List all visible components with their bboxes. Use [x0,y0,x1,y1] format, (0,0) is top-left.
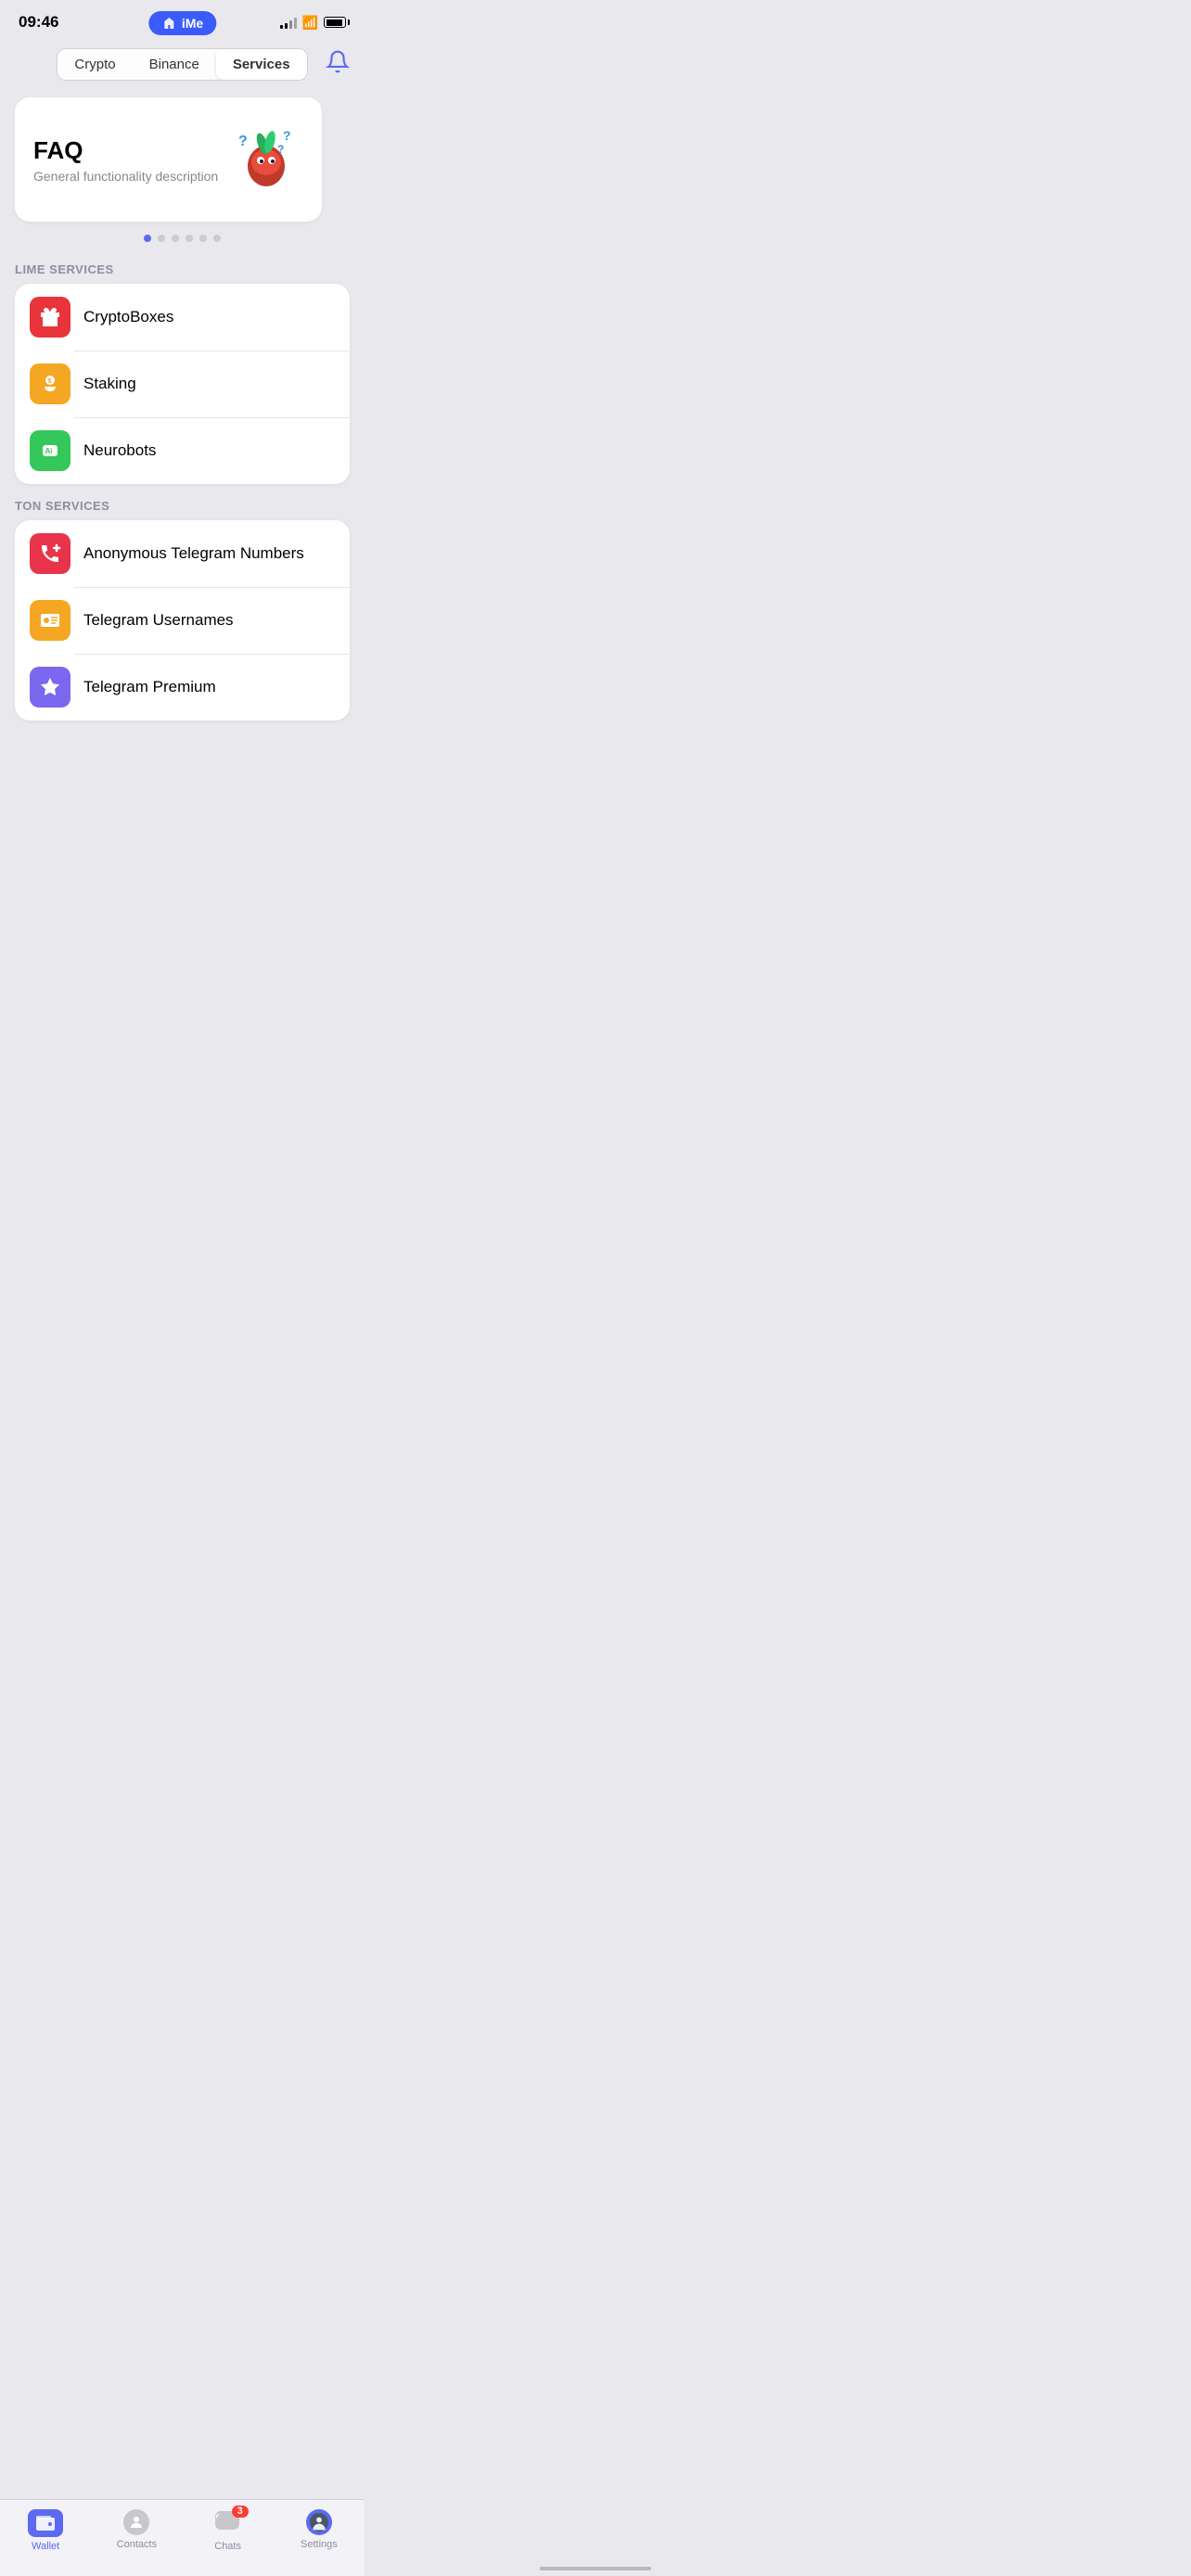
phone-add-icon [39,542,61,565]
wallet-icon [28,2509,63,2537]
chats-badge: 3 [232,2506,249,2518]
staking-icon: $ [30,363,70,404]
ime-logo-pill: iMe [148,11,216,35]
cryptoboxes-icon [30,297,70,338]
tab-services[interactable]: Services [216,49,307,80]
faq-subtitle: General functionality description [33,169,218,184]
anon-numbers-label: Anonymous Telegram Numbers [83,544,304,563]
ime-app-name: iMe [182,16,203,31]
dot-4[interactable] [186,235,193,242]
lime-services-label: LIME SERVICES [0,248,365,284]
tab-crypto[interactable]: Crypto [58,49,132,80]
dot-2[interactable] [158,235,165,242]
status-bar: 09:46 iMe 📶 [0,0,365,39]
star-icon [39,676,61,698]
tabs-row: Crypto Binance Services [0,39,365,90]
ime-pill-container: iMe [148,11,216,35]
staking-item[interactable]: $ Staking [15,351,350,417]
faq-card[interactable]: FAQ General functionality description [15,97,322,222]
faq-card-text: FAQ General functionality description [33,136,218,184]
dot-6[interactable] [213,235,221,242]
id-card-icon [39,609,61,631]
nav-chats-label: Chats [214,2541,241,2552]
cryptoboxes-label: CryptoBoxes [83,308,173,326]
premium-item[interactable]: Telegram Premium [15,654,350,721]
usernames-label: Telegram Usernames [83,611,234,630]
ton-services-label: TON SERVICES [0,484,365,520]
staking-label: Staking [83,375,136,393]
carousel-dots [0,225,365,248]
neurobots-label: Neurobots [83,441,156,460]
settings-avatar-icon [306,2509,332,2535]
signal-icon [280,16,297,29]
nav-contacts-label: Contacts [117,2539,157,2550]
home-indicator [540,2567,651,2570]
anon-numbers-icon [30,533,70,574]
nav-wallet[interactable]: Wallet [13,2509,78,2552]
svg-text:?: ? [277,143,284,156]
faq-mascot: ? ? ? [229,118,303,201]
status-time: 09:46 [19,13,58,32]
usernames-icon [30,600,70,641]
ton-services-card: Anonymous Telegram Numbers Telegram User… [15,520,350,721]
ai-icon: Ai [39,440,61,462]
nav-contacts[interactable]: Contacts [104,2509,169,2552]
battery-icon [324,17,346,28]
chats-icon: 3 [215,2509,241,2537]
faq-title: FAQ [33,136,218,165]
bottom-nav: Wallet Contacts 3 Chats [0,2499,365,2576]
lime-services-card: CryptoBoxes $ Staking Ai Neurobots [15,284,350,484]
premium-icon [30,667,70,708]
svg-text:$: $ [48,378,52,385]
person-icon [128,2514,145,2531]
carousel-wrapper: FAQ General functionality description [0,90,365,225]
wifi-icon: 📶 [302,15,318,31]
coin-icon: $ [39,373,61,395]
anon-numbers-item[interactable]: Anonymous Telegram Numbers [15,520,350,587]
dot-1[interactable] [144,235,151,242]
svg-text:?: ? [238,134,248,149]
nav-settings[interactable]: Settings [287,2509,352,2552]
tab-segment: Crypto Binance Services [57,48,307,81]
content-area: FAQ General functionality description [0,90,365,813]
svg-text:Ai: Ai [45,447,53,455]
status-icons: 📶 [280,15,346,31]
svg-text:?: ? [283,128,291,143]
neurobots-item[interactable]: Ai Neurobots [15,417,350,484]
nav-wallet-label: Wallet [32,2541,59,2552]
premium-label: Telegram Premium [83,678,216,696]
tab-binance[interactable]: Binance [133,49,216,80]
wallet-svg-icon [36,2516,55,2531]
nav-settings-label: Settings [301,2539,338,2550]
notification-bell-button[interactable] [326,49,350,80]
mascot-icon: ? ? ? [229,118,303,192]
nav-chats[interactable]: 3 Chats [196,2509,261,2552]
cryptoboxes-item[interactable]: CryptoBoxes [15,284,350,351]
gift-icon [39,306,61,328]
settings-person-icon [310,2513,328,2531]
bell-icon [326,49,350,73]
neurobots-icon: Ai [30,430,70,471]
usernames-item[interactable]: Telegram Usernames [15,587,350,654]
dot-3[interactable] [172,235,179,242]
dot-5[interactable] [199,235,207,242]
ime-logo-icon [161,16,176,31]
contacts-icon [123,2509,149,2535]
